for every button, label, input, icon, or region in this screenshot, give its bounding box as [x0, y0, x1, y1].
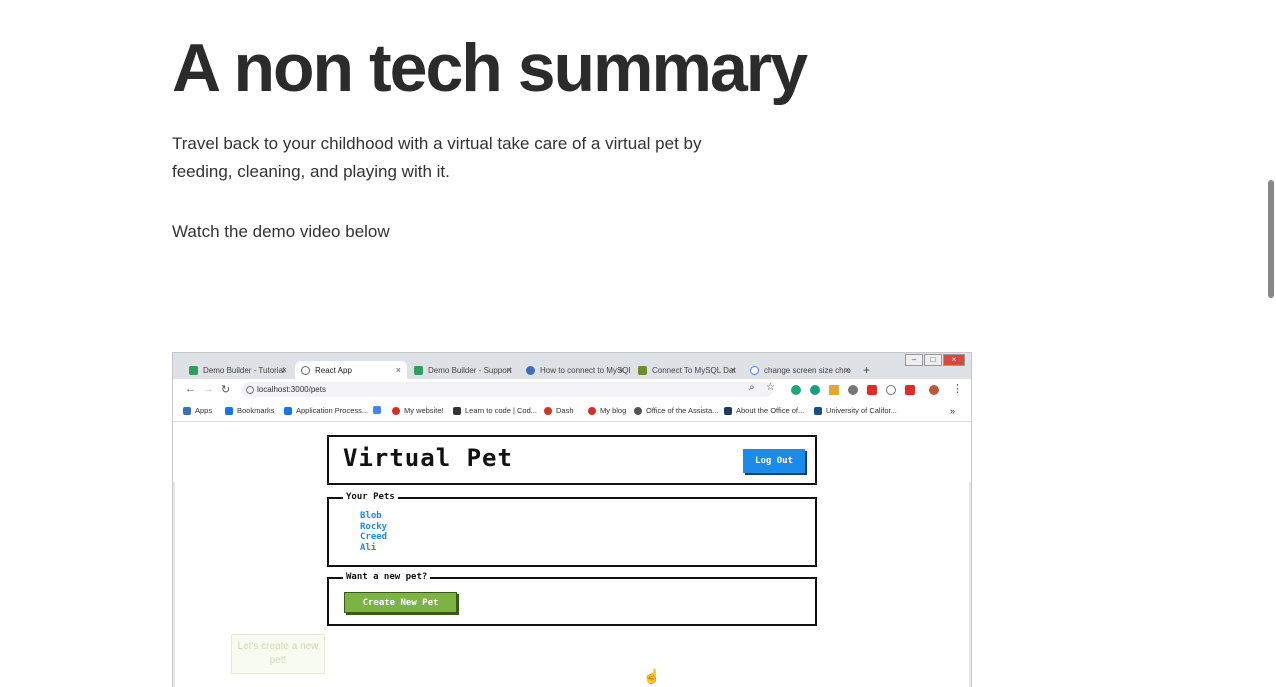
tab-favicon-icon	[750, 365, 759, 375]
window-close-icon[interactable]: ×	[943, 354, 965, 366]
close-icon[interactable]: ×	[731, 365, 736, 375]
extension-icon[interactable]	[791, 385, 801, 395]
viewport-edge	[173, 482, 175, 687]
logout-button[interactable]: Log Out	[743, 449, 805, 473]
bookmark-favicon-icon	[634, 406, 642, 415]
hand-cursor-icon: ☝	[643, 668, 661, 684]
bookmark-item[interactable]: My blog	[588, 406, 626, 415]
more-bookmarks-icon[interactable]: »	[950, 406, 955, 416]
demo-note: Watch the demo video below	[172, 222, 390, 241]
new-pet-panel: Want a new pet? Create New Pet	[327, 572, 817, 626]
star-icon[interactable]: ☆	[766, 382, 775, 393]
app-viewport: Virtual Pet Log Out Your Pets Blob Rocky…	[173, 422, 971, 687]
browser-tab[interactable]: Connect To MySQL Dat ×	[632, 361, 742, 379]
bookmark-favicon-icon	[544, 406, 552, 415]
pets-panel: Your Pets Blob Rocky Creed Ali	[327, 492, 817, 567]
bookmark-item[interactable]: Learn to code | Cod...	[453, 406, 537, 415]
tab-favicon-icon	[638, 365, 647, 375]
address-bar[interactable]: localhost:3000/pets	[241, 382, 773, 397]
browser-tab[interactable]: How to connect to MySQL ×	[520, 361, 630, 379]
page-title: A non tech summary	[172, 30, 808, 106]
minimize-icon[interactable]: –	[905, 354, 923, 366]
close-icon[interactable]: ×	[396, 365, 401, 375]
viewport-edge	[969, 482, 971, 687]
demo-screenshot: Demo Builder - Tutorial × React App × Demo…	[172, 352, 972, 687]
menu-icon[interactable]: ⋮	[952, 382, 963, 395]
bookmark-favicon-icon	[724, 406, 732, 415]
star-icon	[225, 406, 233, 415]
scrollbar-thumb[interactable]	[1268, 180, 1274, 298]
new-tab-icon[interactable]: +	[863, 363, 870, 377]
extension-icon[interactable]	[829, 385, 839, 395]
tooltip: Let's create a new pet!	[231, 634, 325, 674]
app-header: Virtual Pet Log Out	[327, 435, 817, 485]
browser-tab[interactable]: Demo Builder - Tutorial ×	[183, 361, 293, 379]
close-icon[interactable]: ×	[619, 365, 624, 375]
bookmark-item[interactable]: Application Process...	[284, 406, 368, 415]
extension-icon[interactable]	[810, 385, 820, 395]
close-icon[interactable]: ×	[845, 365, 850, 375]
bookmark-item[interactable]: Office of the Assista...	[634, 406, 718, 415]
apps-icon	[183, 406, 191, 415]
bookmark-item[interactable]: My website!	[392, 406, 444, 415]
bookmark-favicon-icon	[814, 406, 822, 415]
pets-list: Blob Rocky Creed Ali	[360, 511, 387, 553]
bookmark-favicon-icon	[392, 406, 400, 415]
back-icon[interactable]: ←	[185, 383, 196, 395]
page-scrollbar[interactable]	[1266, 0, 1276, 686]
bookmark-item[interactable]	[373, 406, 385, 414]
tab-favicon-icon	[526, 365, 535, 375]
pets-legend: Your Pets	[343, 492, 398, 502]
bookmark-favicon-icon	[588, 406, 596, 415]
close-icon[interactable]: ×	[507, 365, 512, 375]
extension-icon[interactable]	[905, 385, 915, 395]
bookmark-favicon-icon	[284, 406, 292, 415]
browser-tab[interactable]: change screen size chro ×	[744, 361, 856, 379]
bookmark-apps[interactable]: Apps	[183, 406, 212, 415]
tab-favicon-icon	[189, 365, 198, 375]
bookmark-item[interactable]: Bookmarks	[225, 406, 275, 415]
browser-tab[interactable]: Demo Builder - Support ×	[408, 361, 518, 379]
maximize-icon[interactable]: □	[924, 354, 942, 366]
pet-link[interactable]: Rocky	[360, 522, 387, 533]
bookmark-favicon-icon	[453, 406, 461, 415]
browser-tab-active[interactable]: React App ×	[295, 361, 407, 379]
new-pet-legend: Want a new pet?	[343, 572, 431, 582]
google-icon	[373, 406, 381, 414]
pet-link[interactable]: Creed	[360, 532, 387, 543]
create-pet-button[interactable]: Create New Pet	[344, 592, 457, 613]
pet-link[interactable]: Ali	[360, 543, 387, 554]
extension-icon[interactable]	[848, 385, 858, 395]
tab-favicon-icon	[414, 365, 423, 375]
extension-icon[interactable]	[886, 385, 896, 395]
window-controls: – □ ×	[904, 354, 965, 366]
close-icon[interactable]: ×	[282, 365, 287, 375]
bookmark-item[interactable]: About the Office of...	[724, 406, 804, 415]
zoom-icon[interactable]: ⌕	[749, 382, 755, 393]
info-icon	[246, 386, 254, 394]
app-title: Virtual Pet	[343, 444, 513, 472]
bookmark-item[interactable]: University of Califor...	[814, 406, 897, 415]
reload-icon[interactable]: ↻	[221, 383, 230, 396]
intro-text: Travel back to your childhood with a vir…	[172, 134, 702, 181]
extension-icon[interactable]	[867, 385, 877, 395]
bookmark-item[interactable]: Dash	[544, 406, 574, 415]
browser-tab-bar: Demo Builder - Tutorial × React App × Demo…	[173, 353, 971, 379]
browser-toolbar: ← → ↻ localhost:3000/pets ⌕ ☆ ⋮	[173, 379, 971, 401]
forward-icon[interactable]: →	[203, 383, 214, 395]
bookmarks-bar: Apps Bookmarks Application Process... My…	[173, 401, 971, 422]
pet-link[interactable]: Blob	[360, 511, 387, 522]
profile-avatar[interactable]	[929, 385, 939, 395]
tab-favicon-icon	[301, 365, 310, 375]
